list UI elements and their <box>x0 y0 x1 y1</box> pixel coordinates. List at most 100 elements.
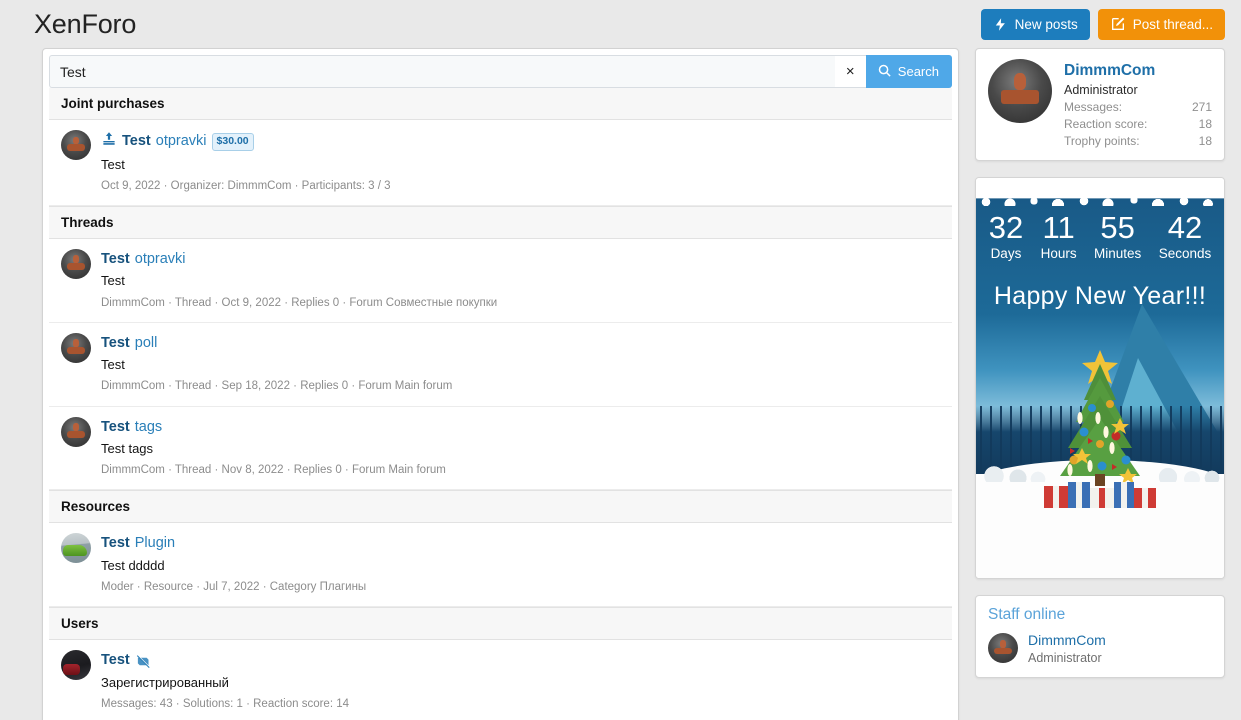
result-meta: Moder · Resource · Jul 7, 2022 · Categor… <box>101 579 940 595</box>
avatar[interactable] <box>988 59 1052 123</box>
visitor-stat-label: Messages: <box>1064 100 1122 114</box>
result-snippet: Test <box>101 156 940 174</box>
result-meta: Oct 9, 2022 · Organizer: DimmmCom · Part… <box>101 178 940 194</box>
result-row[interactable]: TestotpravkiTest DimmmCom · Thread · Oct … <box>49 239 952 323</box>
result-title-highlight: Test <box>122 132 151 152</box>
countdown-timer: 32 Days 11 Hours 55Minutes 42 Seconds <box>976 212 1224 261</box>
ignored-user-icon <box>135 654 152 669</box>
results-section-heading: Threads <box>49 206 952 239</box>
result-title[interactable]: Test <box>101 651 940 671</box>
result-title-rest: otpravki <box>156 132 207 152</box>
visitor-stat-label: Trophy points: <box>1064 134 1140 148</box>
post-thread-button[interactable]: Post thread... <box>1098 9 1225 40</box>
result-row[interactable]: TestPlugin Test ddddd Moder · Resource · J… <box>49 523 952 607</box>
staff-member-name[interactable]: DimmmCom <box>1028 632 1106 650</box>
result-snippet: Test tags <box>101 440 940 458</box>
bolt-icon <box>993 17 1008 32</box>
result-meta: DimmmCom · Thread · Oct 9, 2022 · Replie… <box>101 295 940 311</box>
countdown-unit: 42 Seconds <box>1159 212 1212 261</box>
result-title-highlight: Test <box>101 418 130 438</box>
visitor-username[interactable]: DimmmCom <box>1064 61 1212 81</box>
countdown-unit: 11 Hours <box>1041 212 1077 261</box>
result-meta: DimmmCom · Thread · Sep 18, 2022 · Repli… <box>101 378 940 394</box>
result-title-rest: otpravki <box>135 250 186 270</box>
countdown-unit: 55Minutes <box>1094 212 1141 261</box>
content-wrapper: × Search Joint purchasesTestotpravki$30.… <box>0 48 1241 720</box>
result-title-highlight: Test <box>101 534 130 554</box>
close-icon: × <box>846 63 855 80</box>
result-body: TestpollTestDimmmCom · Thread · Sep 18, … <box>101 333 940 395</box>
staff-online-list: DimmmComAdministrator <box>988 632 1212 665</box>
result-title[interactable]: TestPlugin <box>101 534 940 554</box>
countdown-value: 32 <box>989 212 1023 243</box>
visitor-info-card: DimmmCom Administrator Messages: 271 React… <box>975 48 1225 161</box>
new-year-banner-card: 32 Days 11 Hours 55Minutes 42 Seconds Happy Ne… <box>975 177 1225 579</box>
clear-search-button[interactable]: × <box>835 55 866 88</box>
result-body: Testotpravki$30.00TestOct 9, 2022 · Orga… <box>101 130 940 194</box>
avatar[interactable] <box>61 130 91 160</box>
result-snippet: Test ddddd <box>101 557 940 575</box>
page-header: XenForo New posts Post thread... <box>0 0 1241 48</box>
avatar[interactable] <box>61 417 91 447</box>
visitor-stat-value: 271 <box>1192 100 1212 114</box>
result-row[interactable]: TesttagsTest tagsDimmmCom · Thread · Nov… <box>49 407 952 491</box>
countdown-label: Minutes <box>1094 246 1141 261</box>
new-posts-label: New posts <box>1015 17 1078 32</box>
results-section-heading: Joint purchases <box>49 88 952 120</box>
visitor-stats: Messages: 271 Reaction score: 18 Trophy poin… <box>1064 100 1212 148</box>
staff-member-role: Administrator <box>1028 651 1106 665</box>
visitor-stat-label: Reaction score: <box>1064 117 1147 131</box>
greeting-text: Happy New Year!!! <box>976 282 1224 311</box>
avatar[interactable] <box>61 650 91 680</box>
search-icon <box>877 63 892 81</box>
result-body: Test Зарегистрированный Messages: 43 · Sol… <box>101 650 940 712</box>
avatar[interactable] <box>988 633 1018 663</box>
countdown-unit: 32 Days <box>989 212 1023 261</box>
search-submit-button[interactable]: Search <box>866 55 952 88</box>
result-title[interactable]: Testtags <box>101 418 940 438</box>
result-body: TestPlugin Test ddddd Moder · Resource · J… <box>101 533 940 595</box>
result-row[interactable]: Testotpravki$30.00TestOct 9, 2022 · Orga… <box>49 120 952 206</box>
result-title[interactable]: Testotpravki $30.00 <box>101 131 940 153</box>
result-title-rest: tags <box>135 418 162 438</box>
result-snippet: Test <box>101 356 940 374</box>
site-title: XenForo <box>34 9 136 40</box>
countdown-label: Hours <box>1041 246 1077 261</box>
gift-boxes-icon <box>1040 476 1160 510</box>
search-results-panel: × Search Joint purchasesTestotpravki$30.… <box>42 48 959 720</box>
result-title-highlight: Test <box>101 334 130 354</box>
price-badge: $30.00 <box>212 133 254 151</box>
results-section-heading: Resources <box>49 490 952 523</box>
result-meta: Messages: 43 · Solutions: 1 · Reaction s… <box>101 696 940 712</box>
result-title-highlight: Test <box>101 651 130 671</box>
result-meta: DimmmCom · Thread · Nov 8, 2022 · Replie… <box>101 462 940 478</box>
result-snippet: Зарегистрированный <box>101 674 940 692</box>
staff-member-info: DimmmComAdministrator <box>1028 632 1106 665</box>
countdown-value: 11 <box>1041 212 1077 243</box>
visitor-user-title: Administrator <box>1064 83 1212 97</box>
result-title-highlight: Test <box>101 250 130 270</box>
result-row[interactable]: Test Зарегистрированный Messages: 43 · Sol… <box>49 640 952 720</box>
visitor-stat-value: 18 <box>1199 117 1212 131</box>
search-input[interactable] <box>49 55 835 88</box>
visitor-stat-value: 18 <box>1199 134 1212 148</box>
sidebar: DimmmCom Administrator Messages: 271 React… <box>975 48 1225 694</box>
search-submit-label: Search <box>898 64 939 79</box>
header-button-group: New posts Post thread... <box>981 9 1225 40</box>
result-title[interactable]: Testotpravki <box>101 250 940 270</box>
snowy-bush-right-decoration <box>1154 454 1224 482</box>
upload-icon <box>101 131 117 153</box>
new-posts-button[interactable]: New posts <box>981 9 1090 40</box>
result-title[interactable]: Testpoll <box>101 334 940 354</box>
avatar[interactable] <box>61 533 91 563</box>
result-body: TestotpravkiTest DimmmCom · Thread · Oct … <box>101 249 940 311</box>
avatar[interactable] <box>61 333 91 363</box>
avatar[interactable] <box>61 249 91 279</box>
countdown-label: Days <box>989 246 1023 261</box>
countdown-label: Seconds <box>1159 246 1212 261</box>
result-title-rest: Plugin <box>135 534 175 554</box>
new-year-banner: 32 Days 11 Hours 55Minutes 42 Seconds Happy Ne… <box>976 178 1224 578</box>
staff-online-member[interactable]: DimmmComAdministrator <box>988 632 1212 665</box>
countdown-value: 42 <box>1159 212 1212 243</box>
result-row[interactable]: TestpollTestDimmmCom · Thread · Sep 18, … <box>49 323 952 407</box>
